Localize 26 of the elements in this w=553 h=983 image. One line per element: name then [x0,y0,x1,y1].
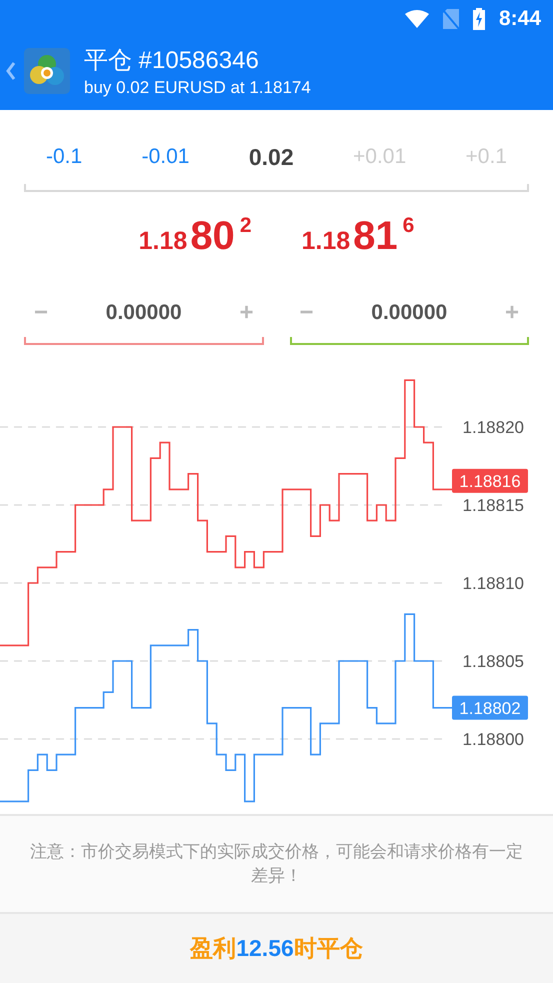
window-title: 平仓 #10586346 [84,46,260,76]
notice-text: 注意：市价交易模式下的实际成交价格，可能会和请求价格有一定差异！ [0,816,553,914]
y-axis-label: 1.18815 [462,496,524,515]
current-price-tag: 1.18816 [452,468,528,493]
price-input-field[interactable]: 0.00000 [371,301,448,325]
y-axis-label: 1.18800 [462,730,524,749]
increase-button[interactable]: + [504,299,519,327]
price-input-field[interactable]: 0.00000 [106,301,182,325]
y-axis-label: 1.18810 [462,574,524,593]
volume-step-button[interactable]: -0.1 [46,145,82,169]
order-subtitle: buy 0.02 EURUSD at 1.18174 [84,78,311,98]
status-time: 8:44 [498,7,541,31]
close-position-button[interactable]: 盈利12.56时平仓 [0,914,553,983]
wifi-icon [404,10,429,28]
volume-value: 0.02 [248,144,294,170]
decrease-button[interactable]: − [300,299,314,327]
y-axis-label: 1.18805 [462,652,524,671]
decrease-button[interactable]: − [34,299,48,327]
current-price-tag: 1.18802 [452,696,528,720]
battery-charging-icon [472,8,485,30]
back-icon[interactable] [6,61,16,81]
y-axis-label: 1.18820 [462,418,524,437]
increase-button[interactable]: + [239,299,254,327]
app-logo-icon [24,48,70,94]
no-sim-icon [442,9,459,29]
volume-step-button[interactable]: -0.01 [142,145,190,169]
